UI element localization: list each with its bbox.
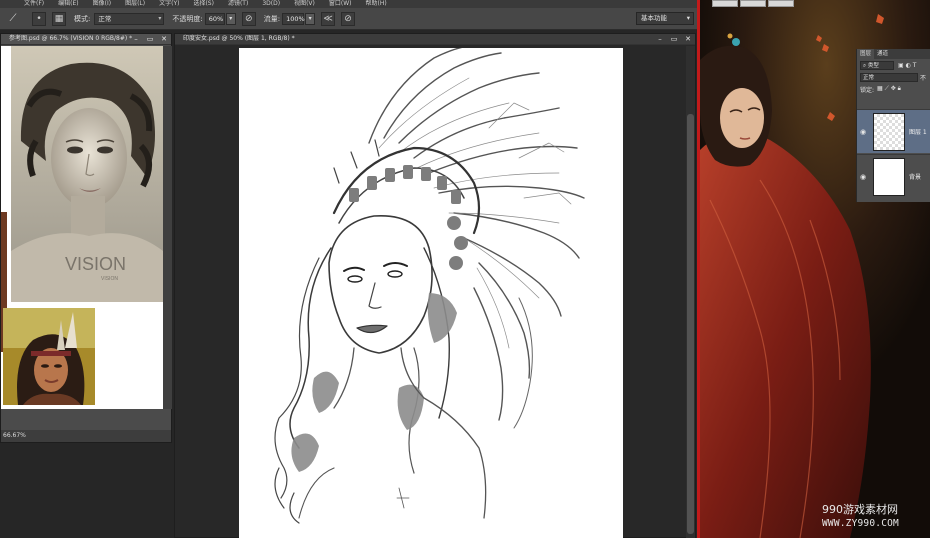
menu-select[interactable]: 选择(S): [193, 0, 214, 8]
sketch-vertical-scrollbar[interactable]: [686, 46, 695, 538]
layer-thumbnail: [873, 157, 905, 196]
opacity-label: 不透明度:: [172, 14, 203, 23]
brush-preset-picker[interactable]: •: [32, 11, 46, 26]
opacity-input[interactable]: 60%: [204, 12, 225, 25]
layers-panel: 图层 通道 ⌕ 类型 ▣ ◐ T 正常 不 锁定: ▦ ⟋ ✥ 🔒︎ ◉ 图层 …: [856, 49, 930, 202]
menu-filter[interactable]: 滤镜(T): [228, 0, 248, 8]
lock-row: 锁定: ▦ ⟋ ✥ 🔒︎: [857, 83, 930, 95]
options-bar: ⟋ • ▦ 模式: 正常 ▾ 不透明度: 60% ▾ ⊘ 流量: 100% ▾ ≪…: [0, 8, 700, 30]
brush-tool-icon[interactable]: ⟋: [6, 12, 20, 26]
reference-document-window: 参考图.psd @ 66.7% (VISION 0 RGB/8#) * – ▭ …: [0, 33, 172, 443]
zoom-status: 66.67%: [1, 430, 171, 442]
app-logo: [0, 0, 10, 8]
mode-select[interactable]: 正常 ▾: [94, 12, 165, 25]
watermark-title: 990游戏素材网: [822, 503, 898, 516]
blend-mode-row: 正常 不: [857, 71, 930, 83]
portrait-reference-photo: VISION VISION: [11, 46, 163, 302]
close-icon[interactable]: ✕: [157, 34, 171, 44]
layer-name: 背景: [909, 174, 922, 181]
reference-document-tab[interactable]: 参考图.psd @ 66.7% (VISION 0 RGB/8#) * – ▭ …: [1, 34, 171, 45]
layer-filter-row: ⌕ 类型 ▣ ◐ T: [857, 59, 930, 71]
opacity-slider-toggle[interactable]: ▾: [225, 12, 236, 25]
flow-label: 流量:: [263, 14, 281, 23]
minimize-icon[interactable]: –: [653, 34, 667, 44]
sketch-document-window: 印度安女.psd @ 50% (图层 1, RGB/8) * – ▭ ✕: [174, 33, 696, 538]
menu-file[interactable]: 文件(F): [24, 0, 44, 8]
titlebar-button[interactable]: [712, 0, 738, 7]
mode-label: 模式:: [74, 14, 91, 23]
native-headdress-reference-photo: [3, 308, 95, 405]
flow-input[interactable]: 100%: [282, 12, 305, 25]
lock-icons[interactable]: ▦ ⟋ ✥ 🔒︎: [877, 85, 901, 93]
menu-type[interactable]: 文字(Y): [159, 0, 179, 8]
document-area: 参考图.psd @ 66.7% (VISION 0 RGB/8#) * – ▭ …: [0, 30, 700, 538]
eye-icon[interactable]: ◉: [857, 173, 869, 181]
tab-layers[interactable]: 图层: [857, 49, 875, 59]
pressure-size-icon[interactable]: ⊘: [341, 11, 356, 26]
sketch-document-tab[interactable]: 印度安女.psd @ 50% (图层 1, RGB/8) * – ▭ ✕: [175, 34, 695, 45]
maximize-icon[interactable]: ▭: [667, 34, 681, 44]
menu-bar: 文件(F) 编辑(E) 图像(I) 图层(L) 文字(Y) 选择(S) 滤镜(T…: [0, 0, 700, 8]
filter-icons[interactable]: ▣ ◐ T: [898, 62, 916, 69]
chevron-down-icon: ▾: [686, 14, 690, 22]
brush-panel-toggle-icon[interactable]: ▦: [52, 11, 66, 26]
menu-layer[interactable]: 图层(L): [125, 0, 145, 8]
menu-window[interactable]: 窗口(W): [329, 0, 352, 8]
reference-vertical-scrollbar[interactable]: [163, 46, 172, 409]
maximize-icon[interactable]: ▭: [143, 34, 157, 44]
menu-image[interactable]: 图像(I): [93, 0, 111, 8]
headdress-girl-sketch: [274, 48, 585, 524]
scrollbar-thumb[interactable]: [687, 114, 694, 534]
pressure-opacity-icon[interactable]: ⊘: [241, 11, 256, 26]
kind-filter-select[interactable]: ⌕ 类型: [860, 60, 894, 70]
eye-icon[interactable]: ◉: [857, 128, 869, 136]
menu-3d[interactable]: 3D(D): [262, 0, 280, 8]
menu-view[interactable]: 视图(V): [294, 0, 315, 8]
close-icon[interactable]: ✕: [681, 34, 695, 44]
workspace-select[interactable]: 基本功能 ▾: [636, 12, 694, 25]
sketch-canvas[interactable]: [239, 48, 623, 538]
layer-row-layer1[interactable]: ◉ 图层 1: [857, 109, 930, 153]
svg-text:VISION: VISION: [65, 254, 126, 274]
blend-mode-select[interactable]: 正常: [860, 72, 918, 82]
svg-text:VISION: VISION: [101, 276, 118, 282]
watermark-url: WWW.ZY990.COM: [822, 518, 899, 529]
menu-help[interactable]: 帮助(H): [366, 0, 387, 8]
titlebar-button[interactable]: [740, 0, 766, 7]
search-icon: ⌕: [863, 62, 867, 69]
layer-name: 图层 1: [909, 129, 927, 136]
layers-panel-tabs: 图层 通道: [857, 49, 930, 59]
window-buttons: [712, 0, 796, 7]
airbrush-icon[interactable]: ≪: [321, 11, 336, 26]
layer-thumbnail: [873, 112, 905, 151]
tab-channels[interactable]: 通道: [874, 49, 891, 59]
reference-canvas[interactable]: VISION VISION: [1, 46, 163, 409]
chevron-down-icon: ▾: [158, 14, 162, 22]
window-controls: – ▭ ✕: [129, 34, 171, 44]
opacity-label: 不: [920, 74, 927, 82]
menu-edit[interactable]: 编辑(E): [58, 0, 78, 8]
flow-slider-toggle[interactable]: ▾: [305, 12, 316, 25]
lock-label: 锁定:: [860, 86, 875, 94]
layer-row-background[interactable]: ◉ 背景: [857, 154, 930, 198]
titlebar-button[interactable]: [768, 0, 794, 7]
minimize-icon[interactable]: –: [129, 34, 143, 44]
window-controls: – ▭ ✕: [653, 34, 695, 44]
